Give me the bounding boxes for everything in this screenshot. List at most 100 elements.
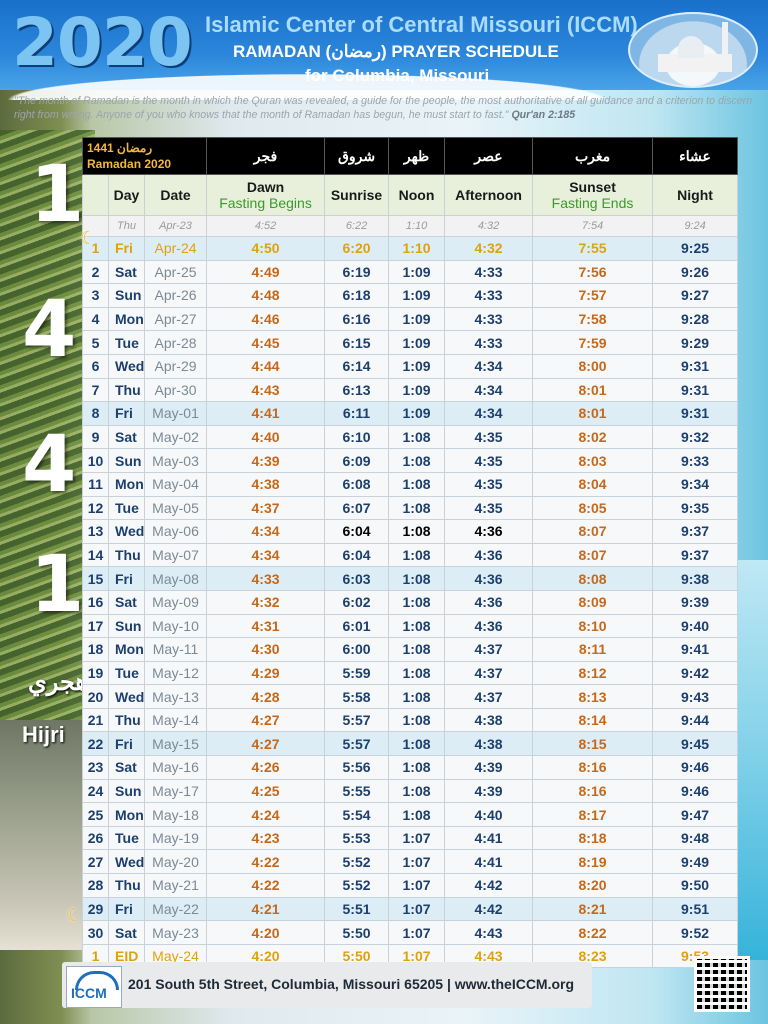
dawn-time: 4:24 <box>206 802 326 827</box>
weekday: Wed <box>108 353 145 379</box>
afternoon-time: 4:36 <box>444 589 534 615</box>
hijri-year-digit: 4 <box>22 420 77 510</box>
sunset-time: 8:13 <box>532 684 654 709</box>
previous-day-row: Thu Apr-23 4:52 6:22 1:10 4:32 7:54 9:24 <box>82 215 739 237</box>
arabic-header-isha: عشاء <box>652 137 739 175</box>
noon-time: 1:10 <box>388 215 446 237</box>
arabic-header-row: رمضان 1441 Ramadan 2020 فجر شروق ظهر عصر… <box>81 137 739 175</box>
arabic-header-shuruq: شروق <box>324 137 390 175</box>
noon-time: 1:08 <box>388 637 446 662</box>
sunrise-time: 5:52 <box>324 849 390 875</box>
sunrise-time: 5:54 <box>324 802 390 827</box>
night-time: 9:28 <box>652 306 739 332</box>
dawn-time: 4:27 <box>206 707 326 733</box>
noon-time: 1:08 <box>388 778 446 804</box>
date: Apr-29 <box>143 353 208 379</box>
dawn-time: 4:30 <box>206 637 326 662</box>
afternoon-time: 4:41 <box>444 849 534 875</box>
weekday: Mon <box>108 802 145 827</box>
night-time: 9:46 <box>652 755 739 780</box>
night-time: 9:27 <box>652 283 739 308</box>
sunset-time: 8:09 <box>532 589 654 615</box>
sunrise-time: 6:02 <box>324 589 390 615</box>
sunrise-time: 6:16 <box>324 306 390 332</box>
dawn-time: 4:52 <box>206 215 326 237</box>
day-number: 20 <box>82 684 109 709</box>
table-row: 29 Fri May-22 4:21 5:51 1:07 4:42 8:21 9:51 <box>82 896 739 922</box>
hijri-year-digit: 1 <box>30 150 85 240</box>
sunrise-time: 6:04 <box>324 542 390 568</box>
sunset-time: 8:00 <box>532 353 654 379</box>
night-time: 9:46 <box>652 778 739 804</box>
table-row: 17 Sun May-10 4:31 6:01 1:08 4:36 8:10 9:40 <box>82 613 739 639</box>
sunset-time: 8:19 <box>532 849 654 875</box>
dawn-time: 4:32 <box>206 589 326 615</box>
table-row: 19 Tue May-12 4:29 5:59 1:08 4:37 8:12 9:42 <box>82 660 739 686</box>
table-row: 1 Fri Apr-24 4:50 6:20 1:10 4:32 7:55 9:25 <box>82 236 739 261</box>
sunset-time: 7:55 <box>532 236 654 261</box>
night-time: 9:34 <box>652 471 739 497</box>
date: May-17 <box>143 778 208 804</box>
day-number: 11 <box>82 471 109 497</box>
weekday: Wed <box>108 519 145 544</box>
dawn-time: 4:31 <box>206 613 326 639</box>
header-afternoon: Afternoon <box>444 174 534 216</box>
sunrise-time: 6:03 <box>324 566 390 591</box>
night-time: 9:31 <box>652 377 739 403</box>
header-date: Date <box>143 174 208 216</box>
dawn-time: 4:44 <box>206 353 326 379</box>
date: May-02 <box>143 424 208 450</box>
year-title: 2020 <box>12 4 193 81</box>
table-row: 9 Sat May-02 4:40 6:10 1:08 4:35 8:02 9:32 <box>82 424 739 450</box>
iccm-logo: ICCM <box>66 966 122 1008</box>
date: Apr-27 <box>143 306 208 332</box>
weekday: Tue <box>108 825 145 851</box>
weekday: Mon <box>108 306 145 332</box>
noon-time: 1:08 <box>388 566 446 591</box>
table-row: 21 Thu May-14 4:27 5:57 1:08 4:38 8:14 9:44 <box>82 707 739 733</box>
date: May-03 <box>143 448 208 473</box>
date: May-10 <box>143 613 208 639</box>
date: May-21 <box>143 873 208 898</box>
day-number: 18 <box>82 637 109 662</box>
weekday: Sat <box>108 755 145 780</box>
date: May-18 <box>143 802 208 827</box>
sunrise-time: 5:50 <box>324 920 390 945</box>
header-dawn: Dawn Fasting Begins <box>206 174 326 216</box>
day-number: 2 <box>82 259 109 285</box>
date: May-13 <box>143 684 208 709</box>
sunset-time: 8:17 <box>532 802 654 827</box>
noon-time: 1:07 <box>388 896 446 922</box>
sunrise-time: 6:15 <box>324 330 390 355</box>
prayer-schedule-table: رمضان 1441 Ramadan 2020 فجر شروق ظهر عصر… <box>81 137 739 969</box>
sunrise-time: 6:19 <box>324 259 390 285</box>
date: May-04 <box>143 471 208 497</box>
noon-time: 1:08 <box>388 684 446 709</box>
date: May-06 <box>143 519 208 544</box>
date: Apr-28 <box>143 330 208 355</box>
afternoon-time: 4:37 <box>444 684 534 709</box>
header-sunset: Sunset Fasting Ends <box>532 174 654 216</box>
date: Apr-25 <box>143 259 208 285</box>
qr-code-icon[interactable] <box>694 956 750 1012</box>
dawn-time: 4:21 <box>206 896 326 922</box>
date: May-15 <box>143 731 208 757</box>
dawn-time: 4:38 <box>206 471 326 497</box>
sunrise-time: 6:11 <box>324 401 390 426</box>
day-number: 19 <box>82 660 109 686</box>
weekday: Fri <box>108 566 145 591</box>
afternoon-time: 4:34 <box>444 353 534 379</box>
sunset-time: 7:54 <box>532 215 654 237</box>
sunset-time: 8:22 <box>532 920 654 945</box>
date: May-22 <box>143 896 208 922</box>
sunset-time: 8:01 <box>532 401 654 426</box>
night-time: 9:24 <box>652 215 739 237</box>
day-number: 8 <box>82 401 109 426</box>
sunrise-time: 6:04 <box>324 519 390 544</box>
night-time: 9:33 <box>652 448 739 473</box>
afternoon-time: 4:36 <box>444 566 534 591</box>
sunrise-time: 5:53 <box>324 825 390 851</box>
hijri-year-digit: 1 <box>30 540 85 630</box>
night-time: 9:25 <box>652 236 739 261</box>
header-noon: Noon <box>388 174 446 216</box>
